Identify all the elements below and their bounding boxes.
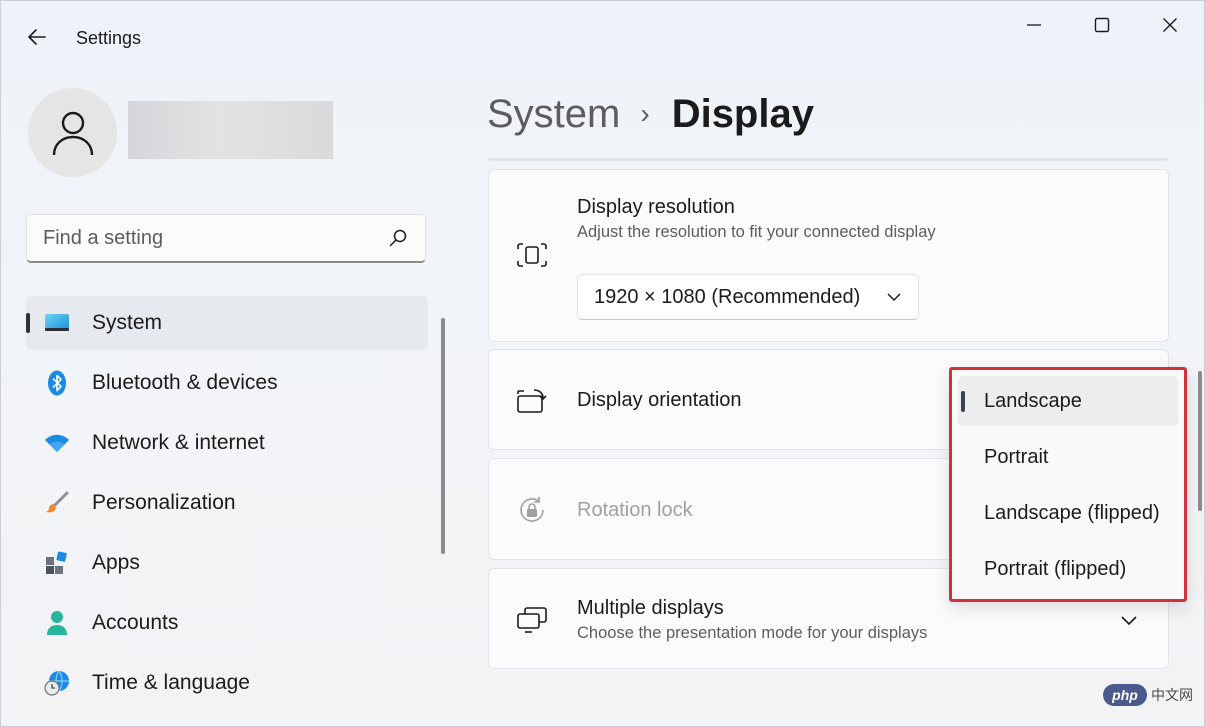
chevron-down-icon[interactable] <box>1118 609 1140 631</box>
sidebar-item-network[interactable]: Network & internet <box>26 416 428 470</box>
scrolled-card-edge <box>488 158 1168 161</box>
search-input[interactable] <box>43 226 387 250</box>
close-icon <box>1163 18 1177 32</box>
minimize-icon <box>1027 24 1041 26</box>
app-title: Settings <box>76 28 142 48</box>
sidebar-item-personalization[interactable]: Personalization <box>26 476 428 530</box>
sidebar-item-apps[interactable]: Apps <box>26 536 428 590</box>
back-arrow-icon <box>28 29 46 45</box>
sidebar-item-label: System <box>92 311 163 334</box>
card-title: Display orientation <box>577 389 742 411</box>
card-subtitle: Adjust the resolution to fit your connec… <box>577 223 936 241</box>
resolution-dropdown[interactable]: 1920 × 1080 (Recommended) <box>577 274 919 320</box>
search-icon[interactable] <box>387 227 409 249</box>
card-subtitle: Choose the presentation mode for your di… <box>577 624 928 642</box>
search-box[interactable] <box>26 214 426 263</box>
card-title: Display resolution <box>577 196 735 218</box>
orientation-icon <box>515 384 549 418</box>
monitor-icon <box>42 308 72 338</box>
sidebar-item-system[interactable]: System <box>26 296 428 350</box>
resolution-value: 1920 × 1080 (Recommended) <box>594 285 861 308</box>
sidebar-item-bluetooth[interactable]: Bluetooth & devices <box>26 356 428 410</box>
bluetooth-icon <box>42 368 72 398</box>
sidebar-item-label: Personalization <box>92 491 236 514</box>
title-bar: Settings <box>1 1 1204 73</box>
sidebar-item-accounts[interactable]: Accounts <box>26 596 428 650</box>
orientation-dropdown-flyout: Landscape Portrait Landscape (flipped) P… <box>949 367 1187 602</box>
sidebar-nav: System Bluetooth & devices Network & int… <box>26 296 428 716</box>
sidebar-item-label: Time & language <box>92 671 250 694</box>
breadcrumb: System › Display <box>487 89 814 139</box>
sidebar-item-time-language[interactable]: Time & language <box>26 656 428 710</box>
watermark: php 中文网 <box>1103 681 1201 709</box>
maximize-button[interactable] <box>1079 9 1125 41</box>
paintbrush-icon <box>42 488 72 518</box>
avatar[interactable] <box>28 88 117 177</box>
breadcrumb-parent[interactable]: System <box>487 92 620 137</box>
close-button[interactable] <box>1147 9 1193 41</box>
maximize-icon <box>1094 17 1110 33</box>
card-title: Multiple displays <box>577 597 724 619</box>
chevron-down-icon <box>887 293 901 302</box>
sidebar-item-label: Bluetooth & devices <box>92 371 278 394</box>
main-scrollbar[interactable] <box>1198 371 1202 511</box>
page-title: Display <box>671 91 814 136</box>
sidebar-item-label: Apps <box>92 551 140 574</box>
wifi-icon <box>42 428 72 458</box>
orientation-option-landscape[interactable]: Landscape <box>958 376 1178 426</box>
sidebar-item-label: Network & internet <box>92 431 265 454</box>
card-title: Rotation lock <box>577 499 693 521</box>
breadcrumb-separator: › <box>640 98 650 129</box>
multiple-displays-icon <box>515 603 549 637</box>
minimize-button[interactable] <box>1011 9 1057 41</box>
rotation-lock-icon <box>515 493 549 527</box>
display-resolution-card: Display resolution Adjust the resolution… <box>488 169 1169 342</box>
resolution-icon <box>515 238 549 272</box>
sidebar-scrollbar[interactable] <box>441 318 445 554</box>
orientation-option-portrait-flipped[interactable]: Portrait (flipped) <box>958 544 1178 594</box>
apps-icon <box>42 548 72 578</box>
settings-window: Settings System <box>0 0 1205 727</box>
orientation-option-landscape-flipped[interactable]: Landscape (flipped) <box>958 488 1178 538</box>
back-button[interactable] <box>21 23 53 51</box>
username-redacted <box>128 101 333 159</box>
orientation-option-portrait[interactable]: Portrait <box>958 432 1178 482</box>
watermark-text: 中文网 <box>1151 687 1193 703</box>
person-icon <box>42 608 72 638</box>
sidebar-item-label: Accounts <box>92 611 179 634</box>
php-logo: php <box>1103 684 1147 706</box>
globe-clock-icon <box>42 668 72 698</box>
person-avatar-icon <box>52 111 93 155</box>
